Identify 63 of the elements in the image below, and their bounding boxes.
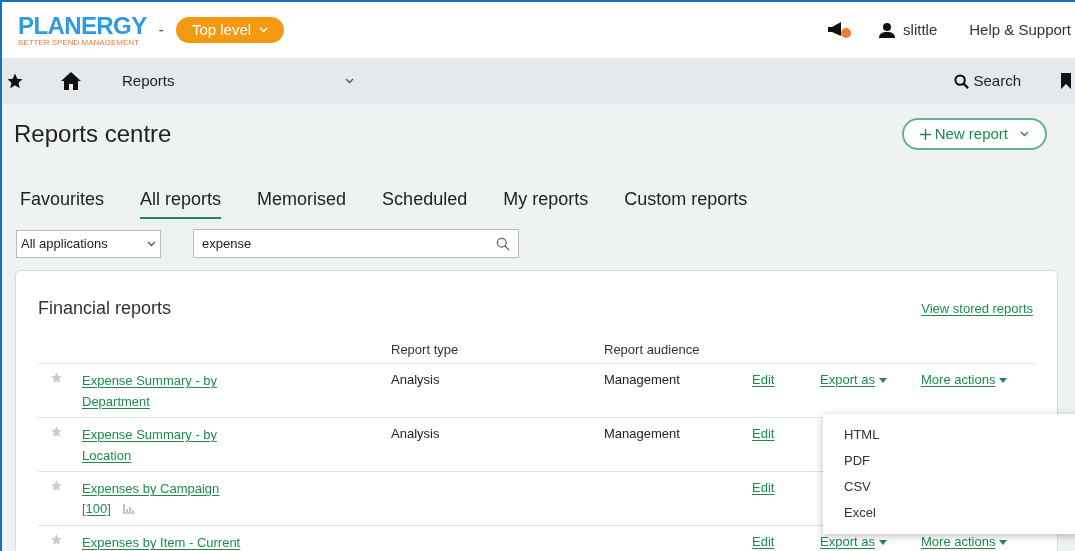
view-stored-reports-link[interactable]: View stored reports	[921, 298, 1033, 319]
home-icon[interactable]	[60, 71, 82, 91]
caret-icon	[878, 540, 887, 546]
edit-link[interactable]: Edit	[752, 480, 775, 495]
chevron-down-icon	[1020, 131, 1029, 137]
chart-icon[interactable]	[122, 503, 135, 514]
logo: PLANERGY	[18, 13, 147, 38]
more-actions-link[interactable]: More actions	[921, 372, 1008, 387]
export-link[interactable]: Export as	[820, 372, 887, 387]
page-title: Reports centre	[14, 119, 172, 149]
more-actions-link[interactable]: More actions	[921, 534, 1008, 549]
tab[interactable]: Scheduled	[382, 186, 468, 219]
report-link[interactable]: Expenses by Campaign	[82, 478, 257, 499]
username[interactable]: slittle	[903, 18, 938, 42]
report-type: Analysis	[391, 372, 440, 387]
report-type: Analysis	[391, 426, 440, 441]
logo-tagline: BETTER SPEND MANAGEMENT	[18, 38, 140, 47]
help-link[interactable]: Help & Support	[969, 18, 1071, 42]
chevron-down-icon	[344, 78, 354, 84]
new-report-button[interactable]: New report	[901, 118, 1047, 150]
search-field[interactable]: expense	[193, 229, 519, 258]
tab[interactable]: Favourites	[20, 186, 105, 219]
search-icon	[954, 73, 970, 89]
column-header: Report type	[391, 341, 460, 359]
tab[interactable]: Custom reports	[624, 186, 748, 219]
report-audience: Management	[604, 372, 680, 387]
tab[interactable]: Memorised	[257, 186, 347, 219]
column-header: Report audience	[604, 341, 700, 359]
separator: -	[158, 20, 164, 40]
tab[interactable]: My reports	[503, 186, 589, 219]
application-select[interactable]: All applications	[16, 229, 161, 258]
report-audience: Management	[604, 426, 680, 441]
star-icon[interactable]	[50, 479, 63, 492]
tab[interactable]: All reports	[140, 186, 222, 219]
edit-link[interactable]: Edit	[752, 372, 775, 387]
chevron-down-icon	[147, 240, 156, 247]
megaphone-icon[interactable]	[827, 21, 852, 39]
card-title: Financial reports	[38, 297, 172, 320]
search-button[interactable]: Search	[954, 69, 1021, 93]
menu-item[interactable]: Excel	[823, 500, 1075, 526]
report-link[interactable]: Expense Summary - by Department	[82, 370, 257, 412]
star-icon[interactable]	[6, 72, 24, 90]
chevron-down-icon	[259, 27, 269, 33]
star-icon[interactable]	[50, 425, 63, 438]
user-icon	[879, 22, 896, 38]
caret-icon	[999, 378, 1008, 384]
star-icon[interactable]	[50, 371, 63, 384]
menu-item[interactable]: HTML	[823, 422, 1075, 448]
edit-link[interactable]: Edit	[752, 534, 775, 549]
report-link[interactable]: Expenses by Item - Current	[82, 532, 257, 551]
nav-section[interactable]: Reports	[122, 69, 175, 93]
search-icon	[496, 236, 510, 251]
caret-icon	[878, 378, 887, 384]
report-count[interactable]: [100]	[82, 499, 111, 519]
edit-link[interactable]: Edit	[752, 426, 775, 441]
menu-item[interactable]: CSV	[823, 474, 1075, 500]
caret-icon	[999, 540, 1008, 546]
report-link[interactable]: Expense Summary - by Location	[82, 424, 257, 466]
export-link[interactable]: Export as	[820, 534, 887, 549]
star-icon[interactable]	[50, 533, 63, 546]
menu-item[interactable]: PDF	[823, 448, 1075, 474]
plus-icon	[919, 128, 931, 140]
bookmark-icon[interactable]	[1061, 73, 1071, 89]
